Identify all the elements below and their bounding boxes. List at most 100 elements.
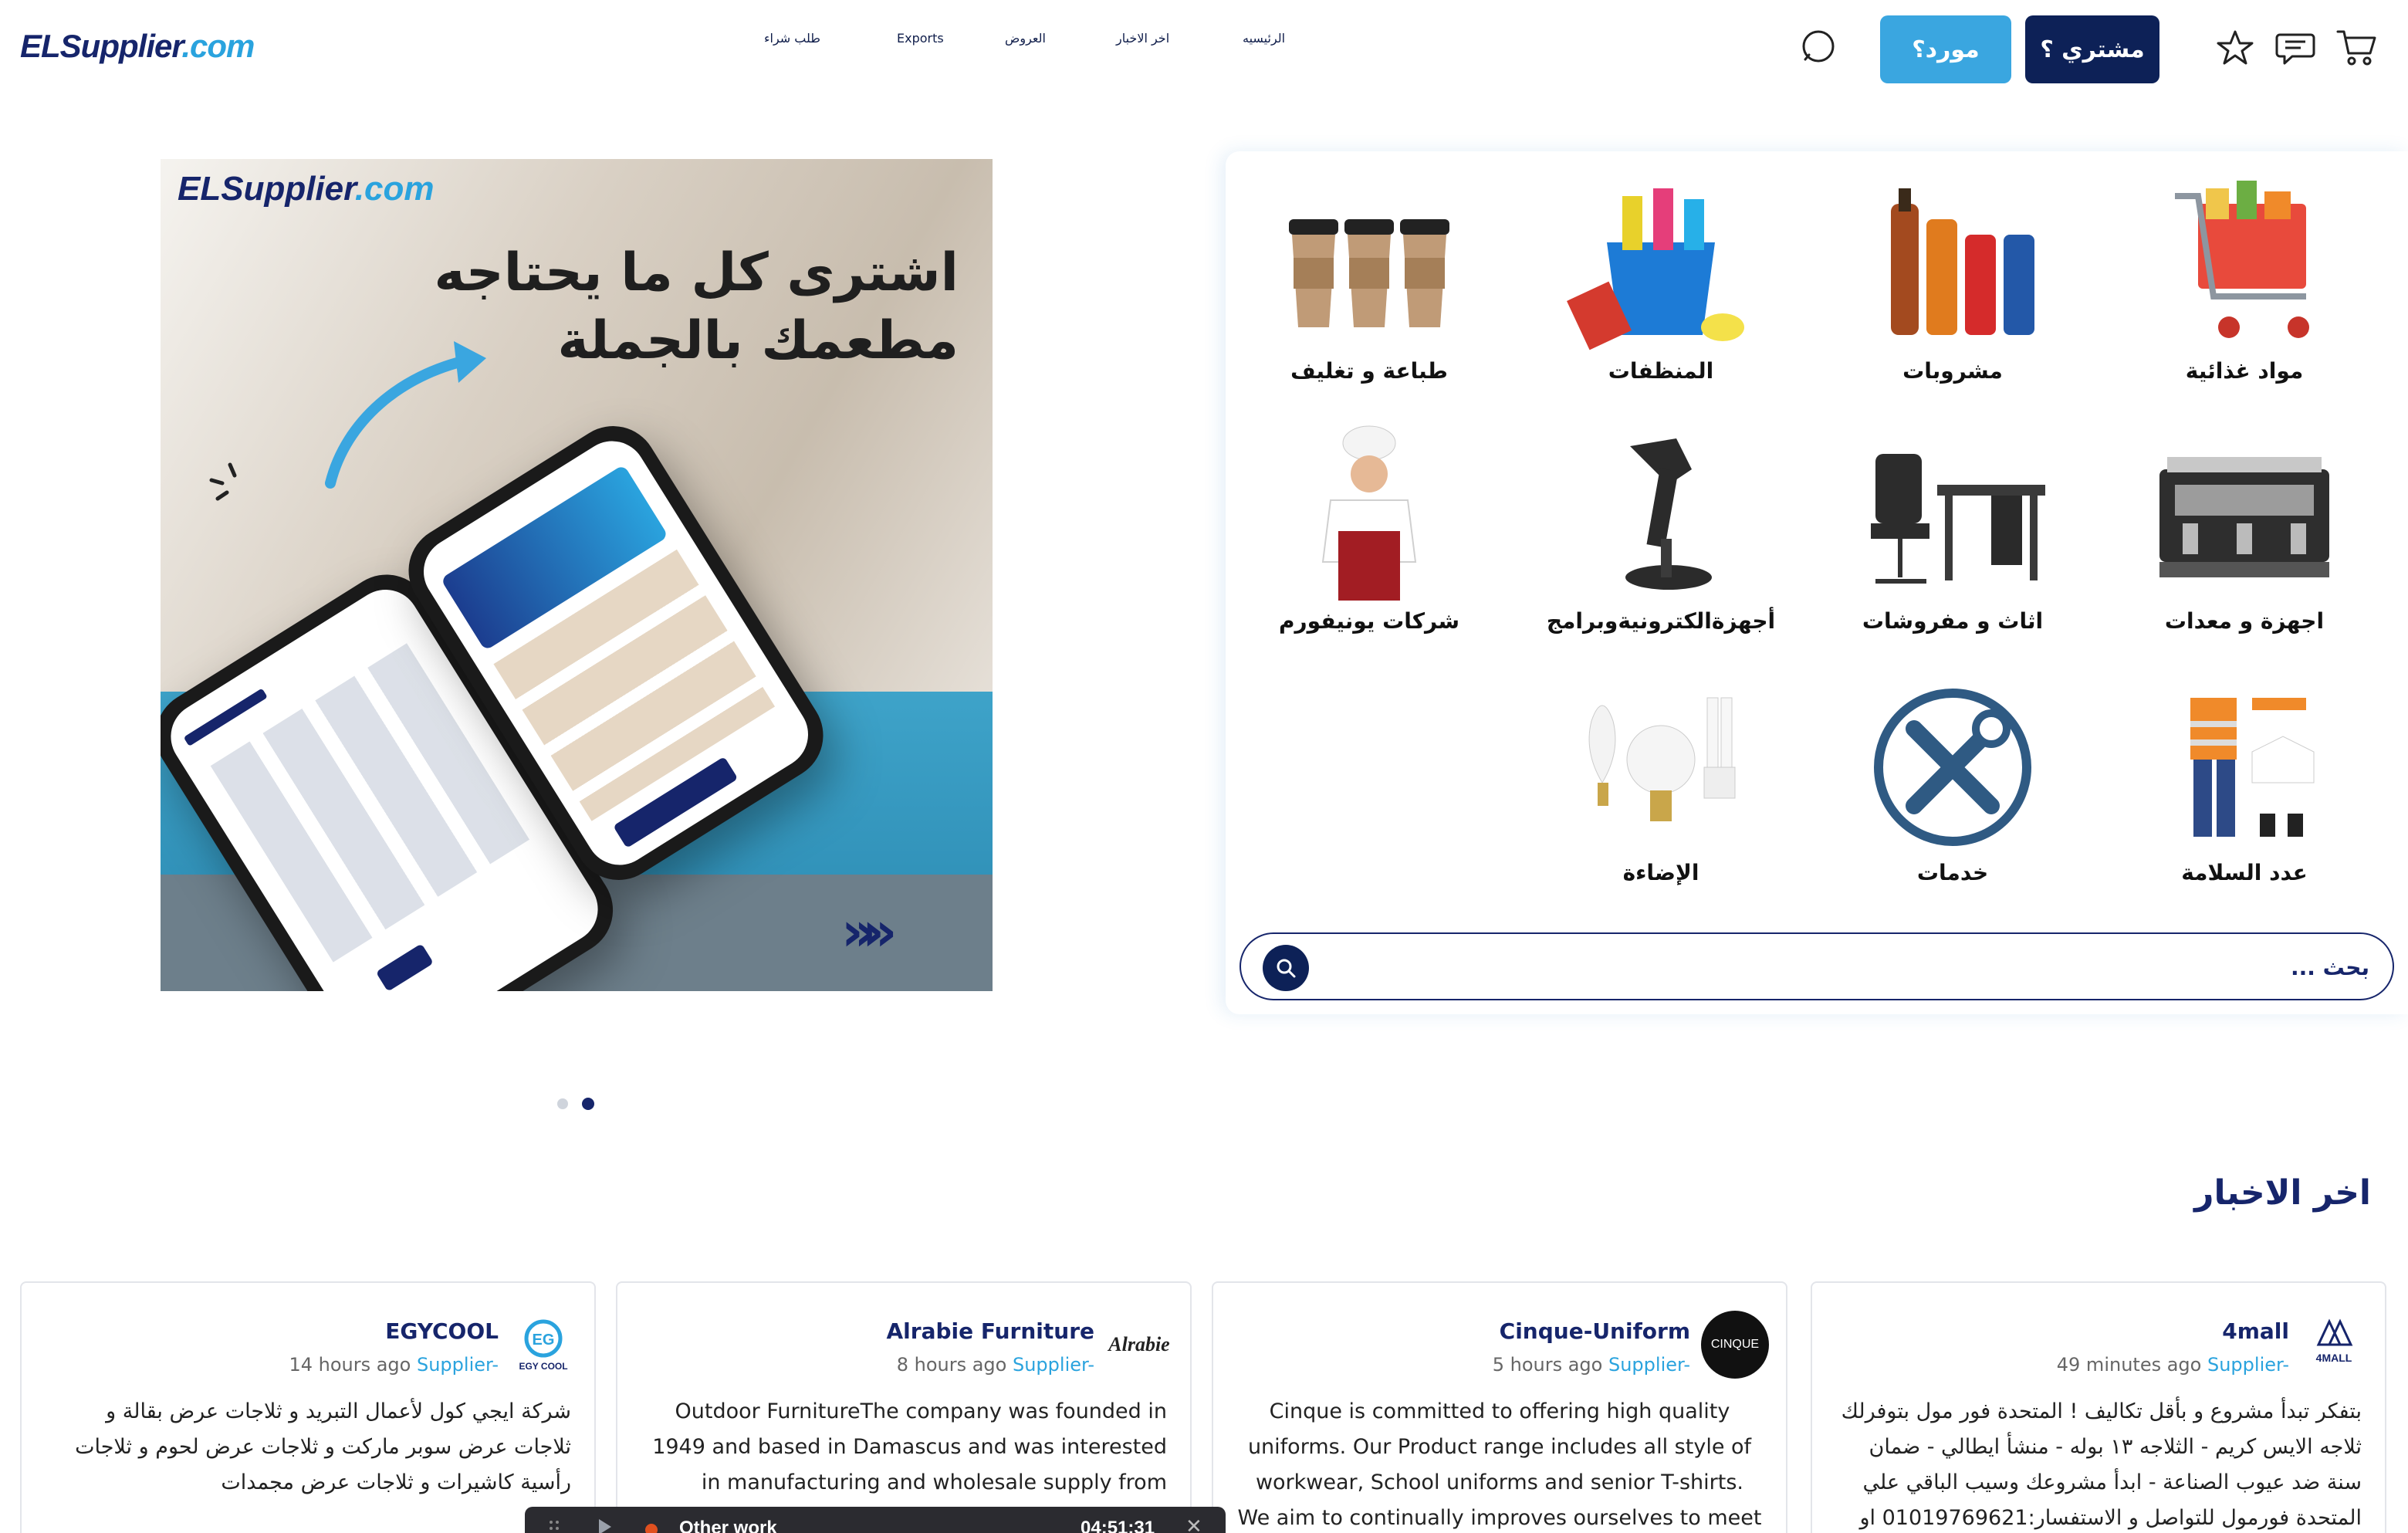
nav-home[interactable]: الرئيسيه <box>1243 31 1285 46</box>
category-label: مواد غذائية <box>2185 358 2304 384</box>
search-input[interactable] <box>1366 948 2369 986</box>
company-logo-text: CINQUE <box>1701 1311 1769 1379</box>
logo-text-domain: .com <box>181 28 255 64</box>
cart-icon[interactable] <box>2334 23 2380 73</box>
company-logo: 4MALL <box>2298 1309 2369 1380</box>
supplier-button[interactable]: مورد؟ <box>1880 15 2011 83</box>
category-safety[interactable]: عدد السلامة <box>2129 675 2360 885</box>
post-body: شركة ايجي كول لأعمال التبريد و ثلاجات عر… <box>75 1399 571 1494</box>
header: ELSupplier.com الرئيسيه اخر الاخبار العر… <box>0 0 2408 99</box>
category-drinks[interactable]: مشروبات <box>1837 173 2068 384</box>
company-logo-text: 4MALL <box>2316 1352 2352 1364</box>
nav-purchase-request[interactable]: طلب شراء <box>764 31 820 46</box>
player-title: Other work <box>679 1518 777 1533</box>
player-timer: 04:51:31 <box>1081 1518 1155 1533</box>
company-role: Supplier- <box>416 1354 499 1376</box>
barcode-scanner-icon <box>1561 423 1761 608</box>
category-label: اجهزة و معدات <box>2164 608 2325 634</box>
category-label: أجهزةالكترونيةوبرامج <box>1546 608 1776 634</box>
category-furniture[interactable]: اثاث و مفروشات <box>1837 423 2068 634</box>
banner-logo-domain: .com <box>354 170 435 208</box>
company-logo: Alrabie <box>1104 1309 1175 1380</box>
company-role: Supplier- <box>1012 1354 1094 1376</box>
post-time: 49 minutes ago <box>2056 1354 2202 1376</box>
company-logo-text: Alrabie <box>1108 1333 1170 1355</box>
category-food[interactable]: مواد غذائية <box>2129 173 2360 384</box>
buyer-button[interactable]: مشتري ؟ <box>2025 15 2159 83</box>
drinks-icon <box>1852 173 2053 358</box>
news-card[interactable]: EG EGY COOL EGYCOOL 14 hours ago Supplier… <box>20 1281 596 1533</box>
category-label: مشروبات <box>1902 358 2003 384</box>
close-icon[interactable]: ✕ <box>1185 1514 1202 1533</box>
search-button[interactable] <box>1263 945 1309 991</box>
search-bar <box>1240 932 2394 1000</box>
company-name[interactable]: 4mall <box>2222 1318 2289 1344</box>
category-lighting[interactable]: الإضاءة <box>1545 675 1777 885</box>
category-uniforms[interactable]: شركات يونيفورم <box>1253 423 1485 634</box>
espresso-machine-icon <box>2144 423 2345 608</box>
tools-icon <box>1852 675 2053 860</box>
category-cleaning[interactable]: المنظفات <box>1545 173 1777 384</box>
company-logo: EG EGY COOL <box>508 1309 579 1380</box>
star-icon[interactable] <box>2212 23 2258 73</box>
promo-banner[interactable]: ELSupplier.com اشترى كل ما يحتاجه مطعمك … <box>161 159 993 991</box>
paper-cups-icon <box>1269 173 1469 358</box>
post-meta: 5 hours ago Supplier- <box>1493 1354 1690 1376</box>
play-icon[interactable] <box>599 1519 611 1533</box>
record-indicator-icon <box>645 1524 658 1533</box>
nav-offers[interactable]: العروض <box>1005 31 1046 46</box>
post-meta: 8 hours ago Supplier- <box>897 1354 1094 1376</box>
arrow-graphic <box>325 341 486 489</box>
light-bulbs-icon <box>1561 675 1761 860</box>
post-body: بتفكر تبدأ مشروع و بأقل تكاليف ! المتحدة… <box>1841 1399 2362 1530</box>
nav-news[interactable]: اخر الاخبار <box>1116 31 1169 46</box>
banner-logo-main: ELSupplier <box>178 170 355 208</box>
category-label: خدمات <box>1916 860 1989 885</box>
drag-handle-icon[interactable] <box>546 1518 565 1533</box>
category-label: المنظفات <box>1608 358 1714 384</box>
category-label: اثاث و مفروشات <box>1862 608 2044 634</box>
post-meta: 14 hours ago Supplier- <box>289 1354 499 1376</box>
chevrons-graphic: »» <box>841 900 898 963</box>
chat-icon[interactable] <box>2272 23 2318 73</box>
category-printing[interactable]: طباعة و تغليف <box>1253 173 1485 384</box>
nav-exports[interactable]: Exports <box>897 31 944 46</box>
site-logo[interactable]: ELSupplier.com <box>20 28 255 65</box>
company-logo: CINQUE <box>1699 1309 1770 1380</box>
post-time: 5 hours ago <box>1492 1354 1603 1376</box>
search-icon <box>1277 959 1296 978</box>
news-card[interactable]: CINQUE Cinque-Uniform 5 hours ago Suppli… <box>1212 1281 1787 1533</box>
company-name[interactable]: Alrabie Furniture <box>887 1318 1094 1344</box>
carousel-dot-2[interactable] <box>582 1098 594 1110</box>
category-label: شركات يونيفورم <box>1279 608 1459 634</box>
svg-text:EG: EG <box>533 1332 555 1349</box>
chef-icon <box>1269 423 1469 608</box>
category-services[interactable]: خدمات <box>1837 675 2068 885</box>
category-label: طباعة و تغليف <box>1290 358 1448 384</box>
safety-gear-icon <box>2144 675 2345 860</box>
company-logo-text: EGY COOL <box>519 1361 567 1372</box>
company-name[interactable]: Cinque-Uniform <box>1500 1318 1690 1344</box>
banner-headline-line1: اشترى كل ما يحتاجه <box>434 242 959 303</box>
news-card[interactable]: 4MALL 4mall 49 minutes ago Supplier- بتف… <box>1811 1281 2386 1533</box>
carousel-dots <box>557 1098 594 1110</box>
post-time: 8 hours ago <box>896 1354 1007 1376</box>
search-icon[interactable] <box>1797 23 1843 73</box>
category-label: عدد السلامة <box>2181 860 2308 885</box>
banner-logo: ELSupplier.com <box>178 170 435 208</box>
category-equipment[interactable]: اجهزة و معدات <box>2129 423 2360 634</box>
post-body: Cinque is committed to offering high qua… <box>1237 1399 1762 1530</box>
category-electronics[interactable]: أجهزةالكترونيةوبرامج <box>1545 423 1777 634</box>
cart-icon <box>2144 173 2345 358</box>
recording-player-bar: Other work 04:51:31 ✕ <box>525 1507 1226 1533</box>
cleaning-bucket-icon <box>1561 173 1761 358</box>
company-role: Supplier- <box>2207 1354 2289 1376</box>
company-role: Supplier- <box>1608 1354 1690 1376</box>
carousel-dot-1[interactable] <box>557 1098 568 1109</box>
company-name[interactable]: EGYCOOL <box>385 1318 499 1344</box>
news-card[interactable]: Alrabie Alrabie Furniture 8 hours ago Su… <box>616 1281 1192 1533</box>
spark-graphic <box>209 462 237 501</box>
news-section-title: اخر الاخبار <box>2194 1173 2371 1213</box>
page: ELSupplier.com الرئيسيه اخر الاخبار العر… <box>0 0 2408 1533</box>
post-time: 14 hours ago <box>289 1354 411 1376</box>
